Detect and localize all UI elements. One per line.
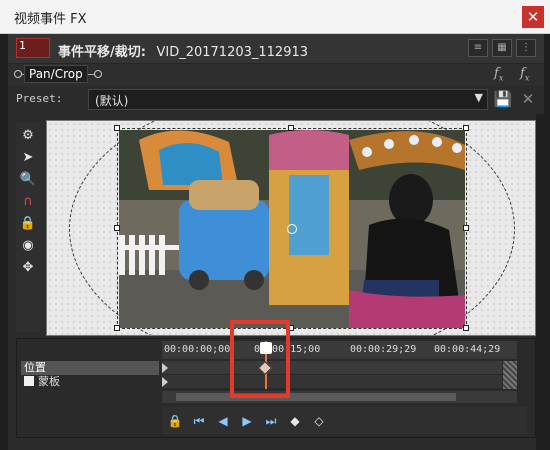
resize-handle[interactable] — [114, 225, 120, 231]
chevron-down-icon: ▼ — [474, 91, 483, 104]
track-lane[interactable] — [162, 375, 502, 389]
prev-keyframe-icon: ◀ — [218, 414, 228, 428]
red-annotation-box — [230, 320, 290, 398]
fx-icon[interactable]: fx — [494, 66, 503, 83]
delete-icon: ✕ — [521, 90, 535, 108]
record-icon: ◉ — [22, 238, 34, 253]
crop-center-marker[interactable] — [287, 224, 297, 234]
delete-keyframe-button[interactable]: ◇ — [310, 412, 328, 430]
resize-handle[interactable] — [114, 125, 120, 131]
preset-dropdown[interactable]: (默认) ▼ — [88, 89, 488, 110]
pan-crop-canvas[interactable] — [46, 120, 536, 336]
scrollbar-thumb[interactable] — [176, 393, 456, 401]
keyframe-controls: 🔒 ⏮ ◀ ▶ ⏭ ◆ ◇ — [162, 407, 527, 435]
move-tool[interactable]: ✥ — [18, 258, 38, 278]
last-keyframe-icon: ⏭ — [265, 414, 277, 428]
fx-filename: VID_20171203_112913 — [156, 45, 309, 60]
zoom-icon: 🔍 — [19, 172, 37, 187]
pointer-icon: ➤ — [22, 150, 34, 165]
track-expand-icon[interactable] — [162, 377, 168, 387]
left-edge-strip — [0, 34, 8, 450]
track-expand-icon[interactable] — [162, 363, 168, 373]
pan-crop-plugin-tag[interactable]: Pan/Crop — [24, 65, 88, 83]
grid-view-button[interactable]: ▦ — [492, 39, 512, 57]
list-icon: ≡ — [473, 42, 483, 53]
save-icon: 💾 — [493, 90, 513, 108]
zoom-tool[interactable]: 🔍 — [18, 170, 38, 190]
settings-tool[interactable]: ⚙ — [18, 126, 38, 146]
resize-handle[interactable] — [463, 125, 469, 131]
track-label-text: 蒙板 — [38, 375, 60, 388]
lock-icon: 🔒 — [19, 216, 37, 231]
track-label[interactable]: 蒙板 — [21, 375, 159, 389]
plugin-chain-thumb[interactable]: 1 — [16, 38, 50, 58]
save-preset-button[interactable]: 💾 — [493, 89, 513, 109]
next-keyframe-button[interactable]: ▶ — [238, 412, 256, 430]
plugin-chain-number: 1 — [19, 39, 26, 52]
window-title: 视频事件 FX — [14, 12, 87, 27]
resize-handle[interactable] — [463, 225, 469, 231]
canvas-toolbar: ⚙ ➤ 🔍 ∩ 🔒 ◉ ✥ — [16, 122, 40, 332]
resize-handle[interactable] — [463, 325, 469, 331]
window-titlebar: 视频事件 FX ✕ — [0, 0, 550, 34]
first-keyframe-button[interactable]: ⏮ — [190, 412, 208, 430]
delete-preset-button[interactable]: ✕ — [518, 89, 538, 109]
timeline-end-hatch — [503, 361, 517, 389]
fx-header: 1 事件平移/裁切: VID_20171203_112913 ≡ ▦ ⋮ — [8, 34, 544, 64]
preset-label: Preset: — [16, 92, 63, 105]
lock-envelopes-button[interactable]: 🔒 — [166, 412, 184, 430]
move-icon: ✥ — [22, 260, 34, 275]
resize-handle[interactable] — [288, 125, 294, 131]
first-keyframe-icon: ⏮ — [193, 414, 205, 428]
magnet-icon: ∩ — [23, 194, 33, 209]
prev-keyframe-button[interactable]: ◀ — [214, 412, 232, 430]
lock-aspect-tool[interactable]: 🔒 — [18, 214, 38, 234]
mask-checkbox[interactable] — [24, 376, 34, 386]
fx-header-title: 事件平移/裁切: VID_20171203_112913 — [58, 41, 308, 60]
track-label-text: 位置 — [24, 361, 46, 374]
last-keyframe-button[interactable]: ⏭ — [262, 412, 280, 430]
pointer-tool[interactable]: ➤ — [18, 148, 38, 168]
close-button[interactable]: ✕ — [522, 6, 544, 28]
ruler-tick-label: 00:00:44;29 — [434, 344, 501, 355]
scale-about-center-tool[interactable]: ◉ — [18, 236, 38, 256]
timeline-ruler[interactable]: 00:00:00;00 00:00:15;00 00:00:29;29 00:0… — [162, 341, 517, 359]
preset-value: (默认) — [95, 94, 129, 108]
snap-tool[interactable]: ∩ — [18, 192, 38, 212]
ruler-tick-label: 00:00:00;00 — [164, 344, 231, 355]
add-keyframe-icon: ◆ — [290, 414, 300, 428]
chain-options-button[interactable]: ⋮ — [516, 39, 536, 57]
delete-keyframe-icon: ◇ — [314, 414, 324, 428]
add-keyframe-button[interactable]: ◆ — [286, 412, 304, 430]
lock-icon: 🔒 — [167, 414, 183, 428]
fx-remove-icon[interactable]: fx — [520, 66, 529, 83]
plugin-output-dot — [94, 70, 102, 78]
list-view-button[interactable]: ≡ — [468, 39, 488, 57]
fx-name: 事件平移/裁切: — [58, 45, 146, 60]
pan-crop-row: Pan/Crop fx fx — [8, 64, 544, 86]
preset-row: Preset: (默认) ▼ 💾 ✕ — [8, 86, 544, 114]
timeline-scrollbar[interactable] — [162, 391, 517, 403]
close-icon: ✕ — [526, 8, 540, 26]
track-lane[interactable] — [162, 361, 502, 375]
track-label[interactable]: 位置 — [21, 361, 159, 375]
resize-handle[interactable] — [114, 325, 120, 331]
gear-icon: ⚙ — [22, 128, 34, 143]
grid-dots-icon: ⋮ — [521, 42, 531, 53]
plugin-input-dot — [14, 70, 22, 78]
ruler-tick-label: 00:00:29;29 — [350, 344, 417, 355]
grid-icon: ▦ — [497, 42, 507, 53]
next-keyframe-icon: ▶ — [242, 414, 252, 428]
